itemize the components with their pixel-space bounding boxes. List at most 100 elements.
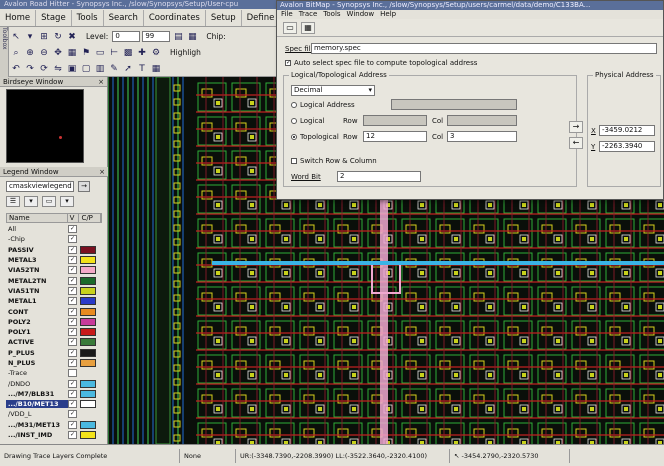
spec-file-input[interactable]: memory.spec [311, 43, 657, 54]
legend-row[interactable]: P_PLUS ✓ [6, 348, 102, 358]
legend-color-swatch[interactable] [80, 307, 96, 316]
logical-radio[interactable] [291, 118, 297, 124]
frame-icon[interactable]: ▣ [66, 63, 78, 75]
legend-visible-checkbox[interactable]: ✓ [68, 389, 77, 398]
logical-address-input[interactable] [391, 99, 517, 110]
y-coordinate-input[interactable]: -2263.3940 [599, 141, 655, 152]
menu-tools[interactable]: Tools [323, 10, 340, 19]
grid-icon[interactable]: ▦ [66, 47, 78, 59]
undo-icon[interactable]: ↶ [10, 63, 22, 75]
close-icon[interactable]: × [99, 167, 105, 176]
cursor-icon[interactable]: ➚ [122, 63, 134, 75]
pencil-icon[interactable]: ✎ [108, 63, 120, 75]
tab-setup[interactable]: Setup [206, 9, 242, 26]
open-icon[interactable]: ▭ [283, 21, 297, 34]
logical-row-input[interactable] [363, 115, 427, 126]
menu-file[interactable]: File [281, 10, 293, 19]
logical-option[interactable]: Logical [291, 117, 325, 125]
legend-visible-checkbox[interactable]: ✓ [68, 276, 77, 285]
legend-color-swatch[interactable] [80, 297, 96, 306]
measure-icon[interactable]: ⊢ [108, 47, 120, 59]
legend-row[interactable]: -Trace [6, 368, 102, 378]
word-bit-input[interactable]: 2 [337, 171, 421, 182]
legend-dropdown-icon-2[interactable]: ▾ [60, 196, 74, 207]
menu-window[interactable]: Window [347, 10, 375, 19]
switch-row-col-option[interactable]: Switch Row & Column [291, 157, 377, 165]
legend-color-swatch[interactable] [80, 276, 96, 285]
legend-row[interactable]: -Chip ✓ [6, 234, 102, 244]
zoom-icon[interactable]: ⌕ [10, 47, 22, 59]
legend-visible-checkbox[interactable]: ✓ [68, 286, 77, 295]
legend-visible-checkbox[interactable]: ✓ [68, 348, 77, 357]
legend-visible-checkbox[interactable]: ✓ [68, 266, 77, 275]
legend-color-swatch[interactable] [80, 400, 96, 409]
level-to-input[interactable]: 99 [142, 31, 171, 42]
legend-color-swatch[interactable] [80, 256, 96, 265]
legend-row[interactable]: POLY2 ✓ [6, 317, 102, 327]
legend-fill-icon[interactable]: ▭ [42, 196, 56, 207]
legend-color-swatch[interactable] [80, 379, 96, 388]
convert-left-button[interactable]: ← [569, 137, 583, 149]
legend-visible-checkbox[interactable]: ✓ [68, 328, 77, 337]
level-from-input[interactable]: 0 [112, 31, 141, 42]
legend-visible-checkbox[interactable]: ✓ [68, 307, 77, 316]
topo-col-input[interactable]: 3 [447, 131, 517, 142]
convert-right-button[interactable]: → [569, 121, 583, 133]
legend-visible-checkbox[interactable]: ✓ [68, 297, 77, 306]
legend-visible-checkbox[interactable]: ✓ [68, 235, 77, 244]
legend-row[interactable]: VIA51TN ✓ [6, 286, 102, 296]
select-icon[interactable]: ▾ [24, 31, 36, 43]
switch-row-col-checkbox[interactable] [291, 158, 297, 164]
marker-icon[interactable]: ✚ [136, 47, 148, 59]
legend-row[interactable]: .../B10/MET13 ✓ [6, 399, 102, 409]
legend-visible-checkbox[interactable]: ✓ [68, 431, 77, 440]
zoom-in-icon[interactable]: ⊕ [24, 47, 36, 59]
legend-select[interactable]: cmaskviewlegend [6, 181, 74, 192]
legend-list-icon[interactable]: ☰ [6, 196, 20, 207]
menu-trace[interactable]: Trace [299, 10, 318, 19]
sheet-icon[interactable]: ▥ [94, 63, 106, 75]
tab-stage[interactable]: Stage [36, 9, 72, 26]
x-coordinate-input[interactable]: -3459.0212 [599, 125, 655, 136]
legend-row[interactable]: /DNDO ✓ [6, 378, 102, 388]
legend-apply-button[interactable]: → [78, 181, 90, 192]
bitmap-icon[interactable]: ▦ [301, 21, 315, 34]
topological-option[interactable]: Topological [291, 133, 339, 141]
tab-search[interactable]: Search [104, 9, 144, 26]
legend-row[interactable]: METAL3 ✓ [6, 255, 102, 265]
legend-visible-checkbox[interactable]: ✓ [68, 379, 77, 388]
legend-row[interactable]: PASSIV ✓ [6, 245, 102, 255]
fit-icon[interactable]: ⊞ [38, 31, 50, 43]
window-icon[interactable]: ▢ [80, 63, 92, 75]
legend-row[interactable]: All ✓ [6, 224, 102, 234]
tab-home[interactable]: Home [0, 9, 37, 26]
legend-row[interactable]: .../M7/BLB31 ✓ [6, 389, 102, 399]
zoom-out-icon[interactable]: ⊖ [38, 47, 50, 59]
legend-visible-checkbox[interactable]: ✓ [68, 338, 77, 347]
legend-row[interactable]: N_PLUS ✓ [6, 358, 102, 368]
legend-row[interactable]: POLY1 ✓ [6, 327, 102, 337]
legend-color-swatch[interactable] [80, 389, 96, 398]
legend-row[interactable]: .../INST_IMD ✓ [6, 430, 102, 440]
legend-color-swatch[interactable] [80, 266, 96, 275]
pointer-icon[interactable]: ↖ [10, 31, 22, 43]
layer-color-icon[interactable]: ▩ [122, 47, 134, 59]
topological-radio[interactable] [291, 134, 297, 140]
legend-row[interactable]: /VDD_L ✓ [6, 409, 102, 419]
legend-color-swatch[interactable] [80, 286, 96, 295]
legend-visible-checkbox[interactable]: ✓ [68, 359, 77, 367]
legend-color-swatch[interactable] [80, 328, 96, 337]
layers-icon[interactable]: ▤ [172, 31, 184, 43]
close-icon[interactable]: × [98, 77, 104, 86]
ruler-icon[interactable]: ▭ [94, 47, 106, 59]
menu-help[interactable]: Help [380, 10, 396, 19]
text-icon[interactable]: T [136, 63, 148, 75]
tab-define[interactable]: Define [242, 9, 281, 26]
legend-visible-checkbox[interactable]: ✓ [68, 420, 77, 429]
legend-row[interactable]: .../M31/MET13 ✓ [6, 420, 102, 430]
table-icon[interactable]: ▦ [150, 63, 162, 75]
legend-visible-checkbox[interactable]: ✓ [68, 410, 77, 419]
rotate-icon[interactable]: ⟳ [38, 63, 50, 75]
legend-color-swatch[interactable] [80, 245, 96, 254]
legend-dropdown-icon[interactable]: ▾ [24, 196, 38, 207]
